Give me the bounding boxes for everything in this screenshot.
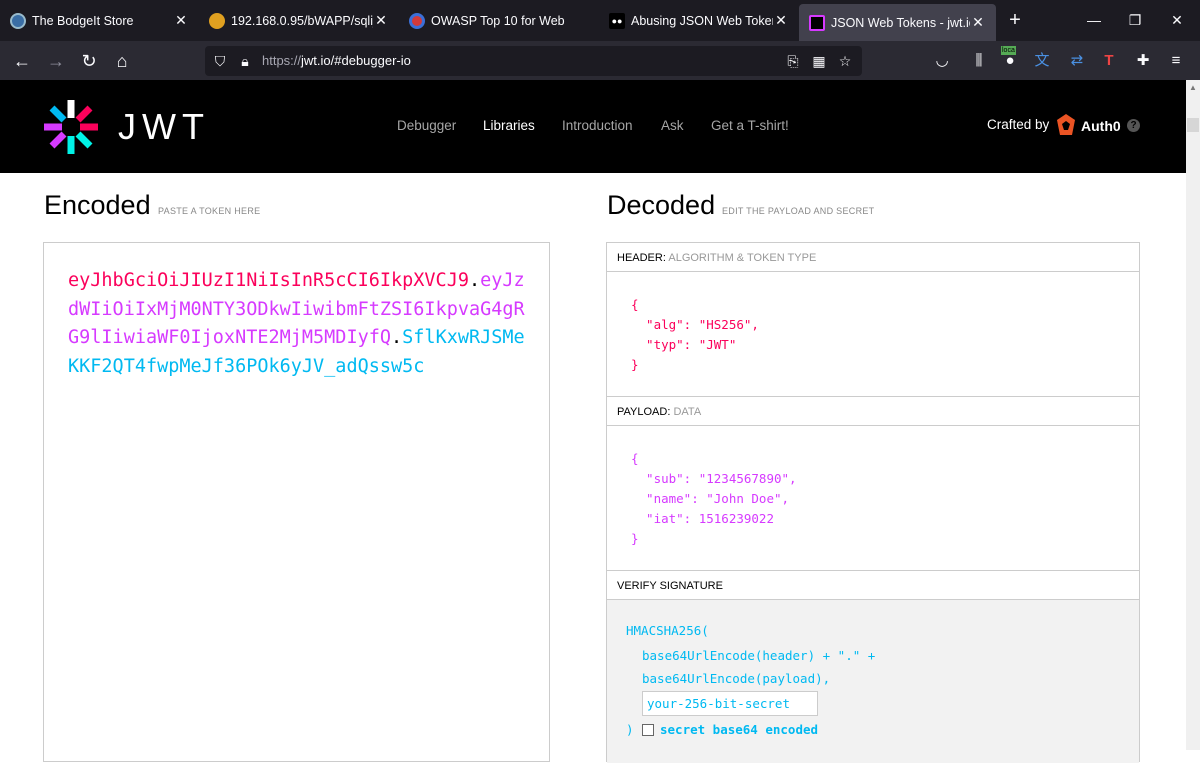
decoded-title: Decoded [607, 190, 716, 220]
scrollbar-thumb[interactable] [1187, 118, 1199, 132]
jwt-wordmark: JWT [118, 106, 210, 146]
owasp-icon [409, 12, 425, 29]
base64-checkbox[interactable] [642, 724, 654, 736]
new-tab-button[interactable]: + [1004, 9, 1026, 31]
nav-introduction[interactable]: Introduction [562, 118, 633, 133]
tab-title: OWASP Top 10 for Web [431, 13, 565, 28]
jwt-logo-icon[interactable] [42, 98, 100, 156]
verify-label: VERIFY SIGNATURE [617, 580, 723, 592]
tab-medium-article[interactable]: ●● Abusing JSON Web Token to ✕ [599, 0, 799, 41]
shield-icon[interactable]: ⛉ [210, 51, 230, 71]
tab-bodgeit-store[interactable]: The BodgeIt Store ✕ [0, 0, 199, 41]
reload-icon[interactable]: ↻ [77, 49, 101, 73]
token-separator: . [468, 270, 481, 291]
medium-icon: ●● [609, 12, 625, 29]
close-icon[interactable]: ✕ [773, 12, 789, 29]
header-note: ALGORITHM & TOKEN TYPE [668, 252, 817, 264]
tab-title: The BodgeIt Store [32, 13, 134, 28]
encoded-title: Encoded [44, 190, 151, 220]
base64-label[interactable]: secret base64 encoded [660, 722, 818, 737]
back-icon[interactable]: ← [10, 49, 34, 73]
home-icon[interactable]: ⌂ [110, 49, 134, 73]
nav-libraries[interactable]: Libraries [483, 118, 535, 133]
menu-hamburger-icon[interactable]: ≡ [1165, 50, 1187, 72]
bee-icon [209, 12, 225, 29]
url-path: jwt.io/#debugger-io [301, 53, 411, 68]
tab-owasp[interactable]: OWASP Top 10 for Web [399, 0, 599, 41]
header-section-title: HEADER: ALGORITHM & TOKEN TYPE [607, 243, 1139, 272]
svg-text:JWT: JWT [118, 106, 210, 146]
tab-title: JSON Web Tokens - jwt.io [831, 15, 970, 30]
payload-json[interactable]: { "sub": "1234567890", "name": "John Doe… [631, 449, 797, 549]
auth0-link[interactable]: Auth0 [1081, 118, 1121, 134]
verify-line-header: base64UrlEncode(header) + "." + [642, 648, 876, 663]
extension-localhost-icon[interactable]: loca ● [999, 46, 1021, 72]
verify-line-payload: base64UrlEncode(payload), [642, 671, 831, 686]
tab-jwt-io[interactable]: JSON Web Tokens - jwt.io ✕ [799, 4, 996, 41]
nav-debugger[interactable]: Debugger [397, 118, 456, 133]
payload-section-title: PAYLOAD: DATA [607, 397, 1139, 426]
decoded-panel: HEADER: ALGORITHM & TOKEN TYPE { "alg": … [606, 242, 1140, 763]
jwt-favicon-icon [809, 14, 825, 31]
close-icon[interactable]: ✕ [970, 14, 986, 31]
minimize-icon[interactable]: — [1083, 10, 1105, 30]
window-close-icon[interactable]: ✕ [1166, 10, 1188, 30]
header-json[interactable]: { "alg": "HS256", "typ": "JWT" } [631, 295, 759, 375]
nav-ask[interactable]: Ask [661, 118, 684, 133]
verify-section-title: VERIFY SIGNATURE [607, 571, 1139, 600]
translate-icon[interactable]: ⎘ [783, 51, 803, 71]
tab-bwapp[interactable]: 192.168.0.95/bWAPP/sqli_6.ph ✕ [199, 0, 399, 41]
t-extension-icon[interactable]: T [1098, 50, 1120, 72]
forward-icon[interactable]: → [44, 49, 68, 73]
header-label: HEADER: [617, 252, 666, 264]
encoded-subtitle: PASTE A TOKEN HERE [158, 206, 261, 216]
url-text[interactable]: https://jwt.io/#debugger-io [262, 53, 411, 68]
browser-tab-bar: The BodgeIt Store ✕ 192.168.0.95/bWAPP/s… [0, 0, 1200, 41]
payload-json-editor[interactable]: { "sub": "1234567890", "name": "John Doe… [607, 427, 1139, 571]
tab-title: 192.168.0.95/bWAPP/sqli_6.ph [231, 13, 373, 28]
token-separator: . [391, 327, 403, 348]
secret-input[interactable] [642, 691, 818, 716]
pocket-icon[interactable]: ◡ [931, 50, 953, 72]
lock-icon[interactable]: 🔒︎ [235, 51, 255, 71]
encoded-token-text[interactable]: eyJhbGciOiJIUzI1NiIsInR5cCI6IkpXVCJ9.eyJ… [68, 267, 528, 381]
extension-badge: loca [1001, 46, 1016, 55]
decoded-subtitle: EDIT THE PAYLOAD AND SECRET [722, 206, 875, 216]
header-json-editor[interactable]: { "alg": "HS256", "typ": "JWT" } [607, 273, 1139, 397]
tab-title: Abusing JSON Web Token to [631, 13, 773, 28]
url-bar[interactable]: ⛉ 🔒︎ https://jwt.io/#debugger-io ⎘ ▦ ☆ [205, 46, 862, 76]
library-icon[interactable]: ⫼ [968, 50, 990, 72]
bookmark-star-icon[interactable]: ☆ [835, 51, 855, 71]
site-header: JWT Debugger Libraries Introduction Ask … [0, 80, 1186, 173]
page-scrollbar[interactable] [1186, 80, 1200, 750]
globe-icon [10, 12, 26, 29]
payload-label: PAYLOAD: [617, 406, 671, 418]
translate-extension-icon[interactable]: 文 [1031, 50, 1053, 72]
crafted-by-label: Crafted by [987, 117, 1050, 132]
nav-tshirt[interactable]: Get a T-shirt! [711, 118, 789, 133]
token-header-part: eyJhbGciOiJIUzI1NiIsInR5cCI6IkpXVCJ9 [68, 270, 469, 291]
verify-signature-body: HMACSHA256( base64UrlEncode(header) + ".… [607, 600, 1139, 763]
verify-close-paren: ) [626, 722, 634, 737]
payload-note: DATA [673, 406, 702, 418]
reader-grid-icon[interactable]: ▦ [809, 51, 829, 71]
auth0-logo-icon[interactable] [1055, 113, 1077, 137]
encoded-token-editor[interactable]: eyJhbGciOiJIUzI1NiIsInR5cCI6IkpXVCJ9.eyJ… [43, 242, 550, 762]
verify-function: HMACSHA256( [626, 623, 709, 638]
translate-alt-extension-icon[interactable]: ⇄ [1066, 50, 1088, 72]
help-icon[interactable]: ? [1127, 119, 1140, 132]
restore-icon[interactable]: ❐ [1124, 10, 1146, 30]
close-icon[interactable]: ✕ [173, 12, 189, 29]
extensions-puzzle-icon[interactable]: ✚ [1132, 50, 1154, 72]
browser-nav-bar: ← → ↻ ⌂ ⛉ 🔒︎ https://jwt.io/#debugger-io… [0, 41, 1200, 80]
close-icon[interactable]: ✕ [373, 12, 389, 29]
url-protocol: https:// [262, 53, 302, 68]
scroll-up-icon[interactable]: ▲ [1189, 83, 1197, 96]
